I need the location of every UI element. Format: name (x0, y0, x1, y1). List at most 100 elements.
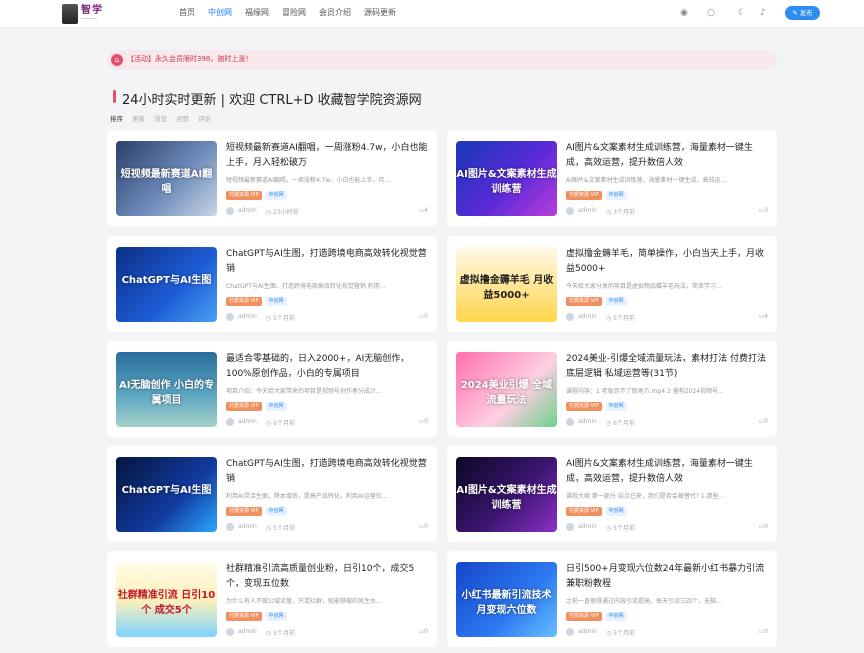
post-title[interactable]: ChatGPT与AI生图，打造跨境电商高效转化视觉营销 (226, 457, 428, 487)
vip-tag[interactable]: 付费资源 VIP (226, 507, 262, 516)
sort-updated[interactable]: 更新 (132, 113, 145, 123)
post-thumbnail[interactable]: 短视频最新赛道AI翻唱 (116, 141, 217, 216)
post-thumbnail[interactable]: ChatGPT与AI生图 (116, 247, 217, 322)
vip-tag[interactable]: 付费资源 VIP (226, 402, 262, 411)
comment-count-text: 3 (764, 207, 768, 214)
vip-tag[interactable]: 付费资源 VIP (566, 297, 602, 306)
avatar[interactable] (226, 313, 234, 321)
post-title[interactable]: 短视频最新赛道AI翻唱，一周涨粉4.7w，小白也能上手，月入轻松破万 (226, 141, 428, 171)
post-tags: 付费资源 VIP 中创网 (566, 402, 627, 411)
post-thumbnail[interactable]: AI图片&文案素材生成训练营 (456, 141, 557, 216)
category-tag[interactable]: 中创网 (265, 507, 287, 516)
post-author[interactable]: admin (238, 418, 257, 425)
nav-item-fuyuan[interactable]: 福缘网 (245, 7, 269, 18)
moon-icon[interactable]: ☾ (736, 6, 748, 20)
search-icon[interactable]: ○ (705, 6, 717, 20)
category-tag[interactable]: 中创网 (605, 191, 627, 200)
post-card[interactable]: 小红书最新引流技术 月变现六位数 日引500+月变现六位数24年最新小红书暴力引流… (447, 551, 777, 647)
post-title[interactable]: AI图片&文案素材生成训练营，海量素材一键生成，高效运营，提升数倍人效 (566, 141, 768, 171)
post-author[interactable]: admin (238, 523, 257, 530)
avatar[interactable] (566, 207, 574, 215)
post-thumbnail[interactable]: 小红书最新引流技术 月变现六位数 (456, 562, 557, 637)
sort-comments[interactable]: 评论 (198, 113, 211, 123)
post-time: ◷ 5个月前 (266, 628, 295, 637)
post-thumbnail[interactable]: AI图片&文案素材生成训练营 (456, 457, 557, 532)
post-author[interactable]: admin (238, 628, 257, 635)
category-tag[interactable]: 中创网 (605, 402, 627, 411)
post-button[interactable]: ✎ 发布 (785, 6, 820, 20)
nav-item-membership[interactable]: 会员介绍 (319, 7, 351, 18)
sort-likes[interactable]: 点赞 (176, 113, 189, 123)
vip-tag[interactable]: 付费资源 VIP (566, 191, 602, 200)
post-title[interactable]: AI图片&文案素材生成训练营，海量素材一键生成，高效运营，提升数倍人效 (566, 457, 768, 487)
post-thumbnail[interactable]: ChatGPT与AI生图 (116, 457, 217, 532)
post-card[interactable]: AI图片&文案素材生成训练营 AI图片&文案素材生成训练营，海量素材一键生成，高效… (447, 446, 777, 542)
thumbnail-text: ChatGPT与AI生图 (121, 275, 212, 286)
post-card[interactable]: AI图片&文案素材生成训练营 AI图片&文案素材生成训练营，海量素材一键生成，高效… (447, 130, 777, 226)
category-tag[interactable]: 中创网 (265, 402, 287, 411)
post-card[interactable]: ChatGPT与AI生图 ChatGPT与AI生图，打造跨境电商高效转化视觉营销利… (107, 446, 437, 542)
post-card[interactable]: 社群精准引流 日引10个 成交5个 社群精准引流高质量创业粉，日引10个，成交5个… (107, 551, 437, 647)
avatar[interactable] (566, 628, 574, 636)
thumbnail-text: ChatGPT与AI生图 (121, 485, 212, 496)
avatar[interactable] (226, 628, 234, 636)
category-tag[interactable]: 中创网 (265, 297, 287, 306)
section-title: 24小时实时更新 | 欢迎 CTRL+D 收藏智学院资源网 (122, 93, 422, 108)
category-tag[interactable]: 中创网 (605, 612, 627, 621)
post-title[interactable]: 2024美业-引爆全域流量玩法，素材打法 付费打法 底层逻辑 私域运营等(31节… (566, 352, 768, 382)
avatar[interactable] (226, 207, 234, 215)
category-tag[interactable]: 中创网 (265, 612, 287, 621)
vip-tag[interactable]: 付费资源 VIP (226, 191, 262, 200)
vip-tag[interactable]: 付费资源 VIP (566, 612, 602, 621)
post-thumbnail[interactable]: AI无脑创作 小白的专属项目 (116, 352, 217, 427)
nav-item-maoxian[interactable]: 冒险网 (282, 7, 306, 18)
post-thumbnail[interactable]: 虚拟撸金薅羊毛 月收益5000+ (456, 247, 557, 322)
promo-notice[interactable]: ⌂ 【活动】永久会员限时398，随时上涨！ (107, 50, 777, 70)
post-author[interactable]: admin (578, 313, 597, 320)
post-card[interactable]: 虚拟撸金薅羊毛 月收益5000+ 虚拟撸金薅羊毛，简单操作，小白当天上手，月收益5… (447, 236, 777, 332)
nav-item-zhongchuang[interactable]: 中创网 (208, 7, 232, 18)
post-author[interactable]: admin (578, 523, 597, 530)
post-author[interactable]: admin (578, 207, 597, 214)
vip-tag[interactable]: 付费资源 VIP (226, 612, 262, 621)
avatar[interactable] (566, 523, 574, 531)
site-logo[interactable]: 智学 ----------- (62, 3, 142, 24)
nav-item-source-code[interactable]: 源码更新 (364, 7, 396, 18)
post-author[interactable]: admin (238, 313, 257, 320)
post-author[interactable]: admin (238, 207, 257, 214)
category-tag[interactable]: 中创网 (605, 507, 627, 516)
post-author[interactable]: admin (578, 628, 597, 635)
post-author[interactable]: admin (578, 418, 597, 425)
avatar[interactable] (226, 418, 234, 426)
category-tag[interactable]: 中创网 (265, 191, 287, 200)
post-card[interactable]: 2024美业引爆 全域流量玩法 2024美业-引爆全域流量玩法，素材打法 付费打法… (447, 341, 777, 437)
post-title[interactable]: 日引500+月变现六位数24年最新小红书暴力引流兼职粉教程 (566, 562, 768, 592)
vip-tag[interactable]: 付费资源 VIP (566, 507, 602, 516)
bell-icon[interactable]: ♪ (757, 6, 769, 20)
post-excerpt: 项目介绍：今天给大家带来的项目是视频号创作者分成计... (226, 388, 382, 395)
comment-count-text: 4 (424, 207, 428, 214)
sort-views[interactable]: 浏览 (154, 113, 167, 123)
post-tags: 付费资源 VIP 中创网 (226, 612, 287, 621)
category-tag[interactable]: 中创网 (605, 297, 627, 306)
post-thumbnail[interactable]: 社群精准引流 日引10个 成交5个 (116, 562, 217, 637)
avatar[interactable] (566, 418, 574, 426)
post-title[interactable]: 虚拟撸金薅羊毛，简单操作，小白当天上手，月收益5000+ (566, 247, 768, 277)
post-time: ◷ 6个月前 (266, 418, 295, 427)
avatar[interactable] (566, 313, 574, 321)
post-excerpt: 课程内容：1 老板到不了新地方.mp4 2 量构2024视频号... (566, 388, 724, 395)
vip-tag[interactable]: 付费资源 VIP (566, 402, 602, 411)
post-title[interactable]: 社群精准引流高质量创业粉，日引10个，成交5个，变现五位数 (226, 562, 428, 592)
post-card[interactable]: 短视频最新赛道AI翻唱 短视频最新赛道AI翻唱，一周涨粉4.7w，小白也能上手，月… (107, 130, 437, 226)
user-icon[interactable]: ◉ (678, 6, 690, 20)
section-accent-bar (113, 90, 116, 103)
post-card[interactable]: ChatGPT与AI生图 ChatGPT与AI生图，打造跨境电商高效转化视觉营销 C… (107, 236, 437, 332)
post-card[interactable]: AI无脑创作 小白的专属项目 最适合零基础的，日入2000+，AI无脑创作，100… (107, 341, 437, 437)
nav-item-home[interactable]: 首页 (179, 7, 195, 18)
post-title[interactable]: ChatGPT与AI生图，打造跨境电商高效转化视觉营销 (226, 247, 428, 277)
post-time-text: 5个月前 (613, 525, 635, 532)
post-thumbnail[interactable]: 2024美业引爆 全域流量玩法 (456, 352, 557, 427)
avatar[interactable] (226, 523, 234, 531)
post-title[interactable]: 最适合零基础的，日入2000+，AI无脑创作，100%原创作品，小白的专属项目 (226, 352, 428, 382)
vip-tag[interactable]: 付费资源 VIP (226, 297, 262, 306)
